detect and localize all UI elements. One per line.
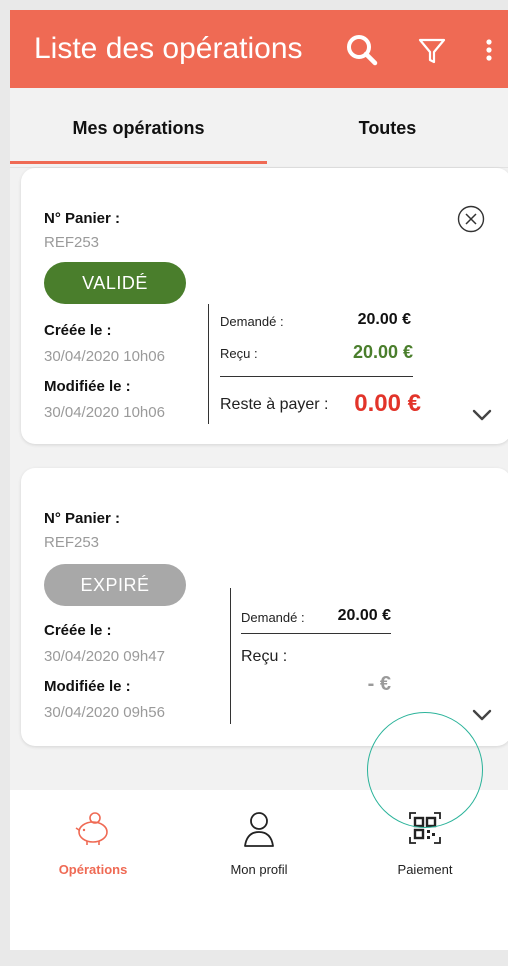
close-icon[interactable] [456,204,486,234]
chevron-down-icon[interactable] [471,708,493,722]
tab-my-operations[interactable]: Mes opérations [10,88,267,168]
nav-label: Paiement [397,862,453,877]
requested-label: Demandé : [241,610,305,625]
user-icon [244,812,274,847]
piggy-bank-icon [75,812,108,845]
operation-card[interactable]: N° Panier : REF253 VALIDÉ Créée le : 30/… [21,168,508,444]
modified-label: Modifiée le : [44,378,131,395]
received-amount: - € [367,673,391,695]
active-tab-indicator [10,161,267,164]
nav-profile[interactable]: Mon profil [176,790,342,950]
created-value: 30/04/2020 10h06 [44,348,165,365]
received-amount: 20.00 € [352,342,413,362]
status-badge: EXPIRÉ [44,564,186,606]
filter-icon[interactable] [412,30,452,70]
search-icon[interactable] [342,30,382,70]
tab-bar: Mes opérations Toutes [10,88,508,168]
modified-value: 30/04/2020 10h06 [44,404,165,421]
remaining-label: Reste à payer : [220,396,329,413]
modified-value: 30/04/2020 09h56 [44,704,165,721]
amount-separator [241,633,391,634]
created-value: 30/04/2020 09h47 [44,648,165,665]
requested-amount: 20.00 € [337,607,391,624]
app-bar: Liste des opérations [10,10,508,88]
cart-number-label: N° Panier : [44,210,121,227]
requested-amount: 20.00 € [357,311,411,328]
requested-label: Demandé : [220,314,284,329]
column-divider [208,304,209,424]
cart-ref-value: REF253 [44,534,100,551]
amount-separator [220,376,413,377]
status-badge: VALIDÉ [44,262,186,304]
received-label: Reçu : [241,648,288,665]
chevron-down-icon[interactable] [471,408,493,422]
modified-label: Modifiée le : [44,678,131,695]
cart-ref-value: REF253 [44,234,100,251]
operation-card[interactable]: N° Panier : REF253 EXPIRÉ Créée le : 30/… [21,468,508,746]
tab-all[interactable]: Toutes [267,88,508,168]
nav-label: Opérations [58,862,128,877]
nav-operations[interactable]: Opérations [10,790,176,950]
column-divider [230,588,231,724]
cart-number-label: N° Panier : [44,510,121,527]
more-vertical-icon[interactable] [474,30,504,70]
payment-highlight-circle [367,712,483,828]
created-label: Créée le : [44,622,112,639]
page-title: Liste des opérations [34,32,303,65]
created-label: Créée le : [44,322,112,339]
remaining-amount: 0.00 € [354,390,421,417]
received-label: Reçu : [220,346,258,361]
nav-label: Mon profil [230,862,288,877]
